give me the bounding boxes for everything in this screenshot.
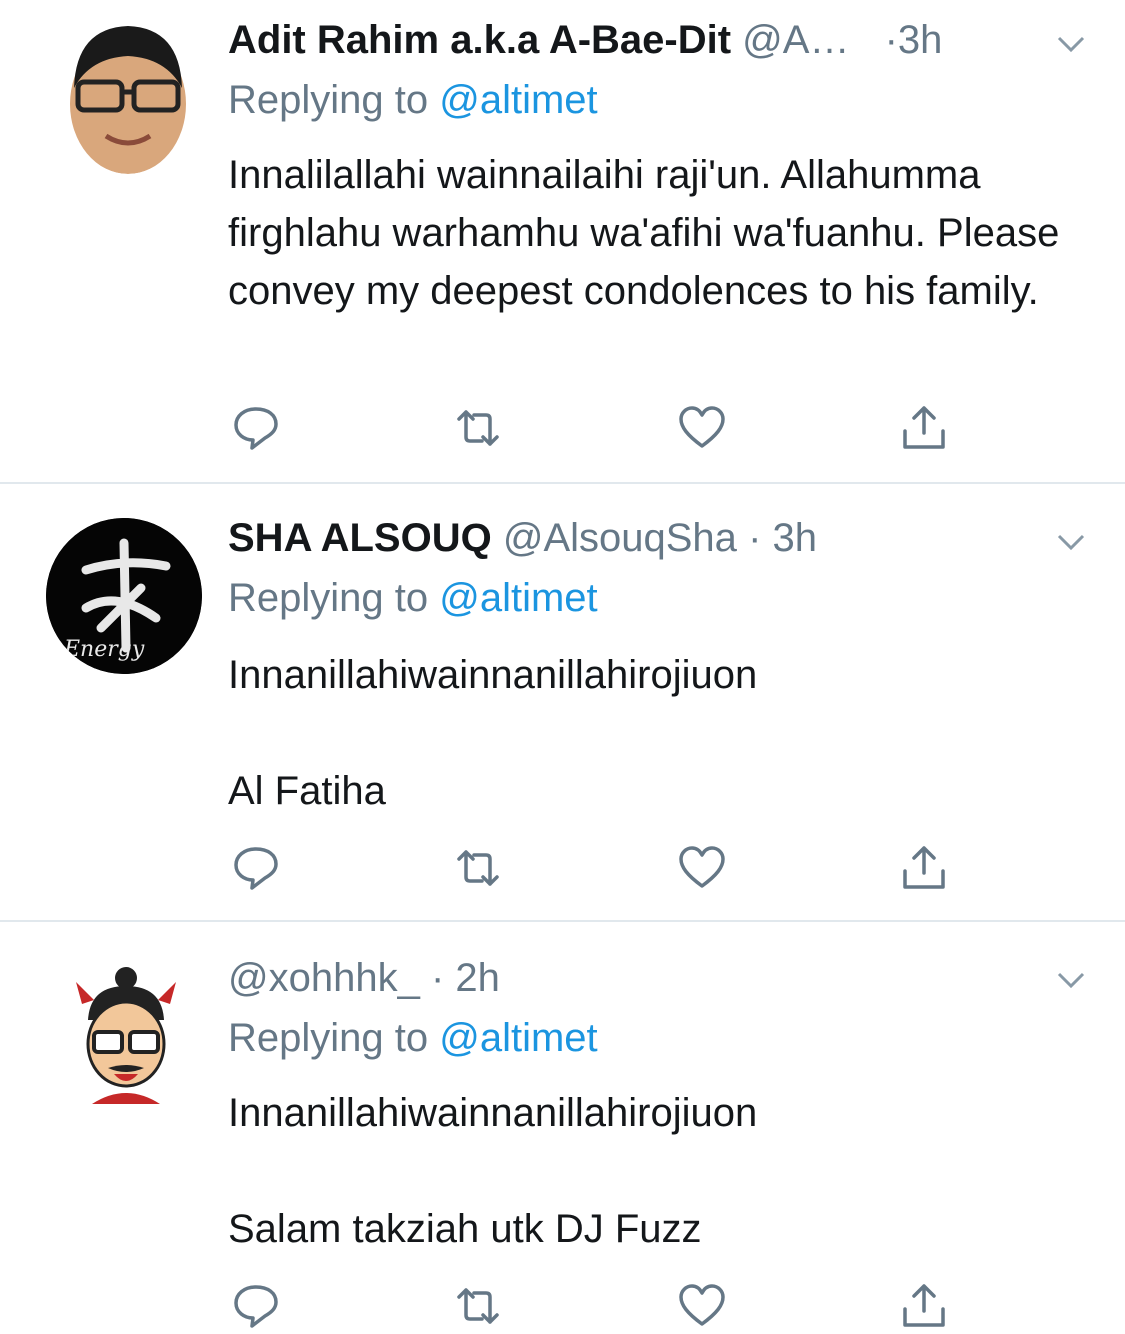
like-icon	[679, 406, 725, 448]
replying-to-label: Replying to	[228, 78, 429, 122]
replying-to: Replying to @altimet	[228, 76, 598, 124]
user-handle[interactable]: @A…	[742, 18, 849, 62]
display-name[interactable]: Adit Rahim a.k.a A-Bae-Dit	[228, 18, 731, 62]
retweet-button[interactable]	[450, 400, 506, 456]
profile-photo: Energy	[46, 518, 202, 674]
reply-button[interactable]	[228, 840, 284, 896]
retweet-icon	[457, 1288, 499, 1324]
reply-icon	[234, 407, 278, 450]
reply-icon	[234, 847, 278, 890]
mention-link[interactable]: @altimet	[439, 1016, 597, 1060]
tweet-text-line: Al Fatiha	[228, 769, 386, 813]
display-name[interactable]: SHA ALSOUQ	[228, 516, 492, 560]
avatar-caption: Energy	[63, 637, 145, 662]
reply-button[interactable]	[228, 1278, 284, 1334]
tweet-3[interactable]: @xohhhk_ · 2h Replying to @altimet Innan…	[0, 922, 1125, 1329]
share-icon	[903, 846, 945, 889]
share-button[interactable]	[896, 400, 952, 456]
mention-link[interactable]: @altimet	[439, 78, 597, 122]
tweet-header: @xohhhk_ · 2h	[228, 954, 500, 1002]
chevron-down-icon[interactable]	[1053, 962, 1089, 998]
timestamp[interactable]: 3h	[898, 18, 943, 62]
tweet-text-line: Innanillahiwainnanillahirojiuon	[228, 653, 758, 697]
profile-photo	[76, 967, 176, 1104]
user-handle[interactable]: @xohhhk_	[228, 956, 420, 1000]
mention-link[interactable]: @altimet	[439, 576, 597, 620]
tweet-text: Innanillahiwainnanillahirojiuon Salam ta…	[228, 1084, 1088, 1258]
retweet-button[interactable]	[450, 1278, 506, 1334]
tweet-2[interactable]: Energy SHA ALSOUQ @AlsouqSha · 3h Replyi…	[0, 484, 1125, 920]
share-icon	[903, 406, 945, 449]
replying-to-label: Replying to	[228, 576, 429, 620]
like-button[interactable]	[674, 1278, 730, 1334]
timestamp[interactable]: 2h	[455, 956, 500, 1000]
tweet-text: Innanillahiwainnanillahirojiuon Al Fatih…	[228, 646, 1088, 820]
chevron-down-icon[interactable]	[1053, 524, 1089, 560]
tweet-actions	[228, 840, 968, 896]
retweet-icon	[457, 850, 499, 886]
separator-dot: ·	[884, 18, 898, 62]
replying-to: Replying to @altimet	[228, 574, 598, 622]
share-button[interactable]	[896, 840, 952, 896]
tweet-text-line: Innanillahiwainnanillahirojiuon	[228, 1091, 758, 1135]
share-button[interactable]	[896, 1278, 952, 1334]
tweet-header: SHA ALSOUQ @AlsouqSha · 3h	[228, 514, 817, 562]
like-button[interactable]	[674, 840, 730, 896]
retweet-button[interactable]	[450, 840, 506, 896]
reply-icon	[234, 1285, 278, 1328]
tweet-text: Innalilallahi wainnailaihi raji'un. Alla…	[228, 146, 1088, 320]
profile-photo	[70, 26, 186, 174]
timestamp[interactable]: 3h	[773, 516, 818, 560]
chevron-down-icon[interactable]	[1053, 26, 1089, 62]
separator-dot: ·	[430, 956, 445, 1000]
tweet-text-line: Salam takziah utk DJ Fuzz	[228, 1207, 702, 1251]
replying-to: Replying to @altimet	[228, 1014, 598, 1062]
like-button[interactable]	[674, 400, 730, 456]
retweet-icon	[457, 410, 499, 446]
user-handle[interactable]: @AlsouqSha	[503, 516, 737, 560]
like-icon	[679, 846, 725, 888]
separator-dot: ·	[748, 516, 762, 560]
share-icon	[903, 1284, 945, 1327]
tweet-text-line: Innalilallahi wainnailaihi raji'un. Alla…	[228, 153, 1060, 313]
avatar-adit-rahim[interactable]	[66, 18, 190, 174]
tweet-actions	[228, 400, 968, 456]
reply-button[interactable]	[228, 400, 284, 456]
tweet-header: Adit Rahim a.k.a A-Bae-Dit @A… ·3h	[228, 16, 942, 64]
tweet-1[interactable]: Adit Rahim a.k.a A-Bae-Dit @A… ·3h Reply…	[0, 0, 1125, 482]
like-icon	[679, 1284, 725, 1326]
tweet-actions	[228, 1278, 968, 1334]
avatar-sha-alsouq[interactable]: Energy	[46, 518, 202, 674]
replying-to-label: Replying to	[228, 1016, 429, 1060]
avatar-xohhhk[interactable]	[74, 964, 178, 1108]
